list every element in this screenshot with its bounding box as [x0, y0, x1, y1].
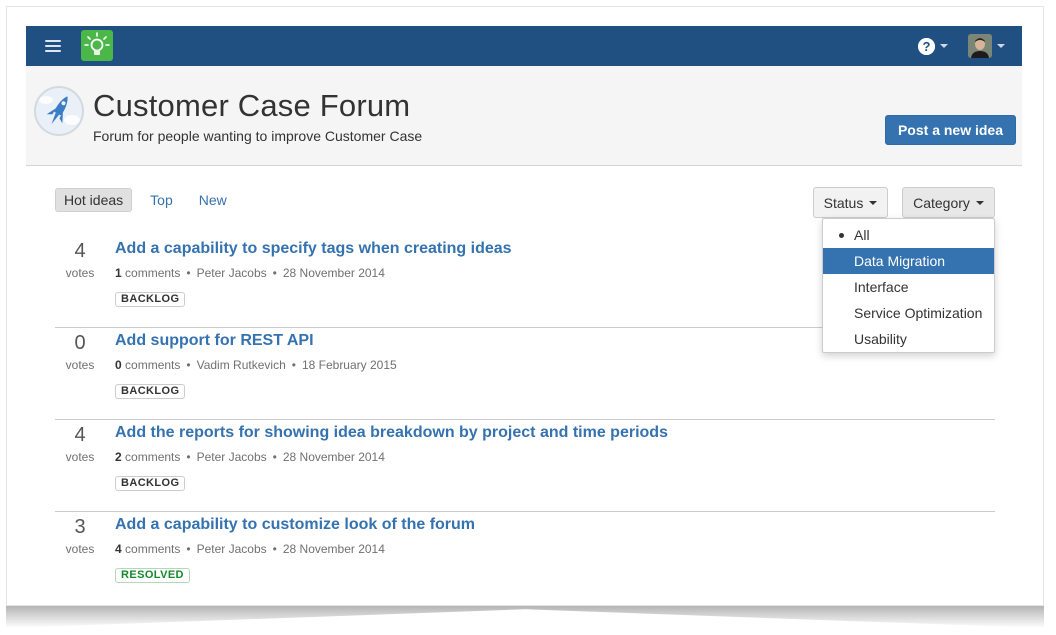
page-subtitle: Forum for people wanting to improve Cust…: [93, 128, 423, 144]
separator: •: [186, 542, 191, 556]
comment-count: 0: [115, 358, 122, 372]
option-label: Usability: [854, 331, 907, 347]
separator: •: [186, 266, 191, 280]
vote-label: votes: [65, 266, 95, 280]
lightbulb-icon[interactable]: [81, 30, 113, 61]
forum-header: Customer Case Forum Forum for people wan…: [26, 66, 1022, 166]
page-title: Customer Case Forum: [93, 88, 411, 123]
date: 28 November 2014: [282, 450, 385, 464]
help-icon: ?: [918, 37, 935, 55]
vote-label: votes: [65, 450, 95, 464]
post-new-idea-button[interactable]: Post a new idea: [885, 115, 1016, 145]
comments-link[interactable]: comments: [125, 266, 180, 280]
vote-count: 0: [74, 332, 86, 354]
idea-meta: 2 comments • Peter Jacobs • 28 November 2014: [115, 450, 385, 464]
comment-count: 4: [115, 542, 122, 556]
vote-count: 4: [74, 424, 86, 446]
tab-new[interactable]: New: [191, 189, 235, 211]
category-dropdown-menu: All Data Migration Interface Service Opt…: [822, 218, 995, 353]
caret-down-icon: [975, 200, 984, 205]
author: Peter Jacobs: [196, 542, 267, 556]
vote-label: votes: [65, 358, 95, 372]
status-filter-label: Status: [823, 194, 864, 211]
selected-bullet-icon: [839, 233, 844, 238]
comments-link[interactable]: comments: [125, 450, 180, 464]
author: Peter Jacobs: [196, 450, 267, 464]
comments-link[interactable]: comments: [125, 358, 180, 372]
tab-top[interactable]: Top: [142, 189, 181, 211]
category-option-usability[interactable]: Usability: [823, 326, 994, 352]
author: Peter Jacobs: [196, 266, 267, 280]
caret-down-icon: [869, 200, 878, 205]
comment-count: 2: [115, 450, 122, 464]
caret-down-icon: [940, 44, 948, 48]
status-filter-button[interactable]: Status: [813, 187, 888, 218]
separator: •: [272, 266, 277, 280]
category-option-interface[interactable]: Interface: [823, 274, 994, 300]
top-navigation-bar: ?: [26, 26, 1022, 66]
category-filter-button[interactable]: Category: [902, 187, 995, 218]
idea-meta: 4 comments • Peter Jacobs • 28 November 2014: [115, 542, 385, 556]
category-option-all[interactable]: All: [823, 222, 994, 248]
category-option-data-migration[interactable]: Data Migration: [823, 248, 994, 274]
caret-down-icon: [997, 44, 1005, 48]
option-label: Interface: [854, 279, 909, 295]
idea-title-link[interactable]: Add the reports for showing idea breakdo…: [115, 424, 668, 442]
help-menu-button[interactable]: ?: [918, 36, 948, 56]
sort-tabs: Hot ideas Top New: [55, 188, 245, 212]
category-filter-label: Category: [913, 194, 970, 211]
idea-meta: 1 comments • Peter Jacobs • 28 November 2014: [115, 266, 385, 280]
vote-label: votes: [65, 542, 95, 556]
idea-title-link[interactable]: Add support for REST API: [115, 332, 314, 350]
separator: •: [272, 542, 277, 556]
status-badge: BACKLOG: [115, 292, 186, 307]
app: ? Customer Case Forum Forum for people w…: [26, 26, 1022, 166]
vote-count: 4: [74, 240, 86, 262]
user-menu-button[interactable]: [968, 33, 1005, 59]
date: 28 November 2014: [282, 266, 385, 280]
comment-count: 1: [115, 266, 122, 280]
category-option-service-optimization[interactable]: Service Optimization: [823, 300, 994, 326]
status-badge: BACKLOG: [115, 476, 186, 491]
user-avatar: [968, 34, 992, 58]
idea-title-link[interactable]: Add a capability to customize look of th…: [115, 516, 475, 534]
date: 18 February 2015: [301, 358, 397, 372]
vote-count: 3: [74, 516, 86, 538]
rocket-icon: [34, 86, 84, 136]
comments-link[interactable]: comments: [125, 542, 180, 556]
tab-hot-ideas[interactable]: Hot ideas: [55, 188, 133, 212]
separator: •: [291, 358, 296, 372]
option-label: Service Optimization: [854, 305, 983, 321]
status-badge: BACKLOG: [115, 384, 186, 399]
separator: •: [186, 450, 191, 464]
date: 28 November 2014: [282, 542, 385, 556]
separator: •: [272, 450, 277, 464]
option-label: Data Migration: [854, 253, 946, 269]
author: Vadim Rutkevich: [196, 358, 286, 372]
hamburger-icon[interactable]: [45, 40, 61, 52]
idea-list-item: 4 votes Add the reports for showing idea…: [55, 420, 995, 512]
status-badge: RESOLVED: [115, 568, 190, 583]
idea-list-item: 3 votes Add a capability to customize lo…: [55, 512, 995, 604]
idea-title-link[interactable]: Add a capability to specify tags when cr…: [115, 240, 512, 258]
separator: •: [186, 358, 191, 372]
idea-meta: 0 comments • Vadim Rutkevich • 18 February 2…: [115, 358, 397, 372]
option-label: All: [854, 227, 870, 243]
frame-shadow: [6, 606, 1044, 628]
